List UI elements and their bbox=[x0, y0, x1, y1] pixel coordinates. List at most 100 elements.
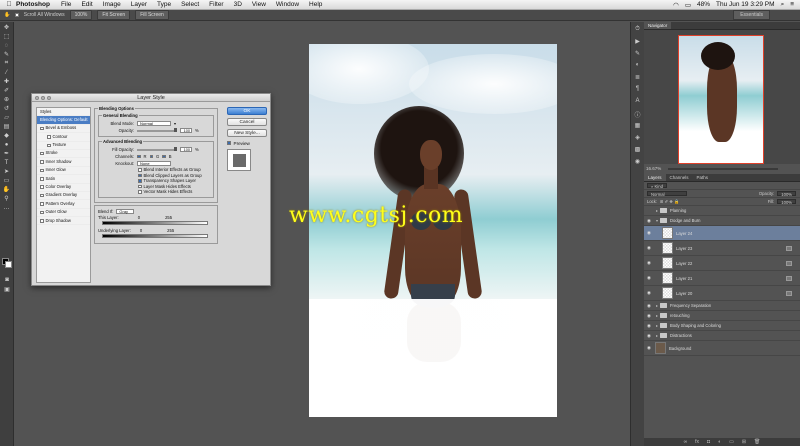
kind-filter-select[interactable]: ⌕ Kind bbox=[647, 183, 667, 189]
pen-tool-icon[interactable]: ✒ bbox=[2, 150, 12, 157]
this-layer-gradient-slider[interactable] bbox=[102, 220, 208, 225]
layer-name[interactable]: Layer 20 bbox=[676, 291, 692, 296]
visibility-eye-icon[interactable]: ◉ bbox=[644, 313, 654, 319]
menu-help[interactable]: Help bbox=[309, 1, 322, 8]
advanced-option-checkbox[interactable] bbox=[138, 179, 142, 183]
layer-effects-icon[interactable] bbox=[786, 260, 792, 266]
menu-window[interactable]: Window bbox=[276, 1, 299, 8]
style-checkbox[interactable] bbox=[40, 160, 44, 164]
menu-edit[interactable]: Edit bbox=[81, 1, 92, 8]
menu-image[interactable]: Image bbox=[103, 1, 121, 8]
zoom-tool-icon[interactable]: ⚲ bbox=[2, 195, 12, 202]
lasso-tool-icon[interactable]: ◌ bbox=[2, 42, 12, 49]
gradient-tool-icon[interactable]: ▤ bbox=[2, 123, 12, 130]
layer-name[interactable]: Planning bbox=[670, 208, 686, 213]
layer-row[interactable]: ◉ Layer 23 bbox=[644, 241, 800, 256]
spotlight-icon[interactable]: ⌕ bbox=[781, 1, 785, 9]
fill-input[interactable]: 100% bbox=[777, 199, 796, 205]
layer-row[interactable]: ▸ Planning bbox=[644, 206, 800, 216]
clock[interactable]: Thu Jun 19 3:29 PM bbox=[716, 1, 775, 8]
layer-name[interactable]: Distractions bbox=[670, 333, 692, 338]
layer-row[interactable]: ◉ Background bbox=[644, 341, 800, 356]
visibility-eye-icon[interactable]: ◉ bbox=[644, 333, 654, 339]
actions-icon[interactable]: ▶ bbox=[633, 38, 643, 46]
properties-icon[interactable]: ≣ bbox=[633, 74, 643, 82]
path-select-icon[interactable]: ➤ bbox=[2, 168, 12, 175]
style-checkbox[interactable] bbox=[40, 168, 44, 173]
brush-presets-icon[interactable]: ✎ bbox=[633, 50, 643, 58]
style-checkbox[interactable] bbox=[47, 143, 51, 147]
eyedropper-tool-icon[interactable]: ⁄ bbox=[2, 69, 12, 76]
adjustment-layer-icon[interactable]: ◐ bbox=[718, 439, 721, 445]
style-checkbox[interactable] bbox=[40, 210, 44, 215]
layer-row[interactable]: ◉ ▸ Distractions bbox=[644, 331, 800, 341]
style-checkbox[interactable] bbox=[40, 177, 44, 181]
history-icon[interactable]: ⏱ bbox=[633, 26, 643, 34]
advanced-option-checkbox[interactable] bbox=[138, 184, 142, 188]
history-brush-icon[interactable]: ↺ bbox=[2, 105, 12, 112]
channel-g-checkbox[interactable] bbox=[149, 154, 154, 159]
style-checkbox[interactable] bbox=[40, 193, 44, 198]
visibility-eye-icon[interactable]: ◉ bbox=[644, 230, 654, 236]
visibility-eye-icon[interactable]: ◉ bbox=[644, 275, 654, 281]
knockout-select[interactable]: None bbox=[137, 161, 171, 166]
advanced-option-checkbox[interactable] bbox=[138, 173, 142, 177]
tab-navigator[interactable]: Navigator bbox=[644, 22, 672, 29]
menu-filter[interactable]: Filter bbox=[209, 1, 223, 8]
menu-layer[interactable]: Layer bbox=[131, 1, 147, 8]
menu-file[interactable]: File bbox=[61, 1, 71, 8]
character-icon[interactable]: A bbox=[633, 98, 643, 106]
blend-if-select[interactable]: Gray bbox=[116, 208, 135, 214]
style-checkbox[interactable] bbox=[40, 185, 44, 189]
new-layer-icon[interactable]: ⊞ bbox=[742, 439, 746, 445]
layer-row[interactable]: ◉ Layer 20 bbox=[644, 286, 800, 301]
color-icon[interactable]: ◈ bbox=[633, 134, 643, 142]
visibility-eye-icon[interactable]: ◉ bbox=[644, 290, 654, 296]
cancel-button[interactable]: Cancel bbox=[227, 118, 267, 126]
layer-row[interactable]: ◉ ▸ Frequency Separation bbox=[644, 301, 800, 311]
visibility-eye-icon[interactable]: ◉ bbox=[644, 260, 654, 266]
navigator-thumbnail[interactable] bbox=[678, 35, 764, 164]
styles-icon[interactable]: ▦ bbox=[633, 122, 643, 130]
swatches-icon[interactable]: ▩ bbox=[633, 146, 643, 154]
channel-r-checkbox[interactable] bbox=[137, 154, 141, 159]
app-menu[interactable]: Photoshop bbox=[16, 1, 50, 8]
apple-icon[interactable]:  bbox=[4, 1, 14, 8]
new-style-button[interactable]: New Style... bbox=[227, 129, 267, 137]
style-checkbox[interactable] bbox=[40, 126, 44, 131]
layer-effects-icon[interactable] bbox=[786, 275, 792, 281]
battery-icon[interactable]: ▭ bbox=[685, 1, 691, 9]
layer-name[interactable]: Body Shaping and Coloring bbox=[670, 323, 721, 328]
menu-type[interactable]: Type bbox=[157, 1, 171, 8]
layer-effects-icon[interactable] bbox=[786, 290, 792, 296]
layer-row[interactable]: ◉ ▸ retouching bbox=[644, 311, 800, 321]
layer-row[interactable]: ◉ Layer 22 bbox=[644, 256, 800, 271]
info-icon[interactable]: ⓘ bbox=[633, 110, 643, 119]
layer-name[interactable]: Dodge and Burn bbox=[670, 218, 701, 223]
crop-tool-icon[interactable]: ⌗ bbox=[2, 60, 12, 67]
wifi-icon[interactable]: ◠ bbox=[673, 1, 679, 9]
lock-icon[interactable]: ⊞ ✐ ✥ 🔒 bbox=[660, 199, 679, 205]
minimize-window-icon[interactable] bbox=[41, 96, 45, 100]
style-checkbox[interactable] bbox=[47, 135, 51, 139]
background-color[interactable] bbox=[5, 261, 12, 268]
slider-knob[interactable] bbox=[174, 147, 177, 151]
layer-name[interactable]: Frequency Separation bbox=[670, 303, 711, 308]
layer-row[interactable]: ◉ Layer 21 bbox=[644, 271, 800, 286]
paragraph-icon[interactable]: ¶ bbox=[633, 86, 643, 94]
visibility-eye-icon[interactable]: ◉ bbox=[644, 303, 654, 309]
style-checkbox[interactable] bbox=[40, 202, 44, 206]
navigator-zoom-slider[interactable] bbox=[668, 168, 778, 170]
adjustments-icon[interactable]: ◐ bbox=[633, 62, 643, 70]
layer-name[interactable]: Layer 24 bbox=[676, 231, 692, 236]
scroll-all-checkbox[interactable] bbox=[15, 13, 19, 17]
dodge-tool-icon[interactable]: ● bbox=[2, 141, 12, 148]
trash-icon[interactable]: 🗑 bbox=[754, 439, 760, 445]
move-tool-icon[interactable]: ✥ bbox=[2, 24, 12, 31]
quick-select-tool-icon[interactable]: ✎ bbox=[2, 51, 12, 58]
layer-name[interactable]: Background bbox=[669, 346, 691, 351]
style-checkbox[interactable] bbox=[40, 219, 44, 223]
slider-knob[interactable] bbox=[174, 128, 177, 132]
layer-blend-mode-select[interactable]: Normal bbox=[647, 191, 687, 197]
layer-effects-icon[interactable] bbox=[786, 245, 792, 251]
